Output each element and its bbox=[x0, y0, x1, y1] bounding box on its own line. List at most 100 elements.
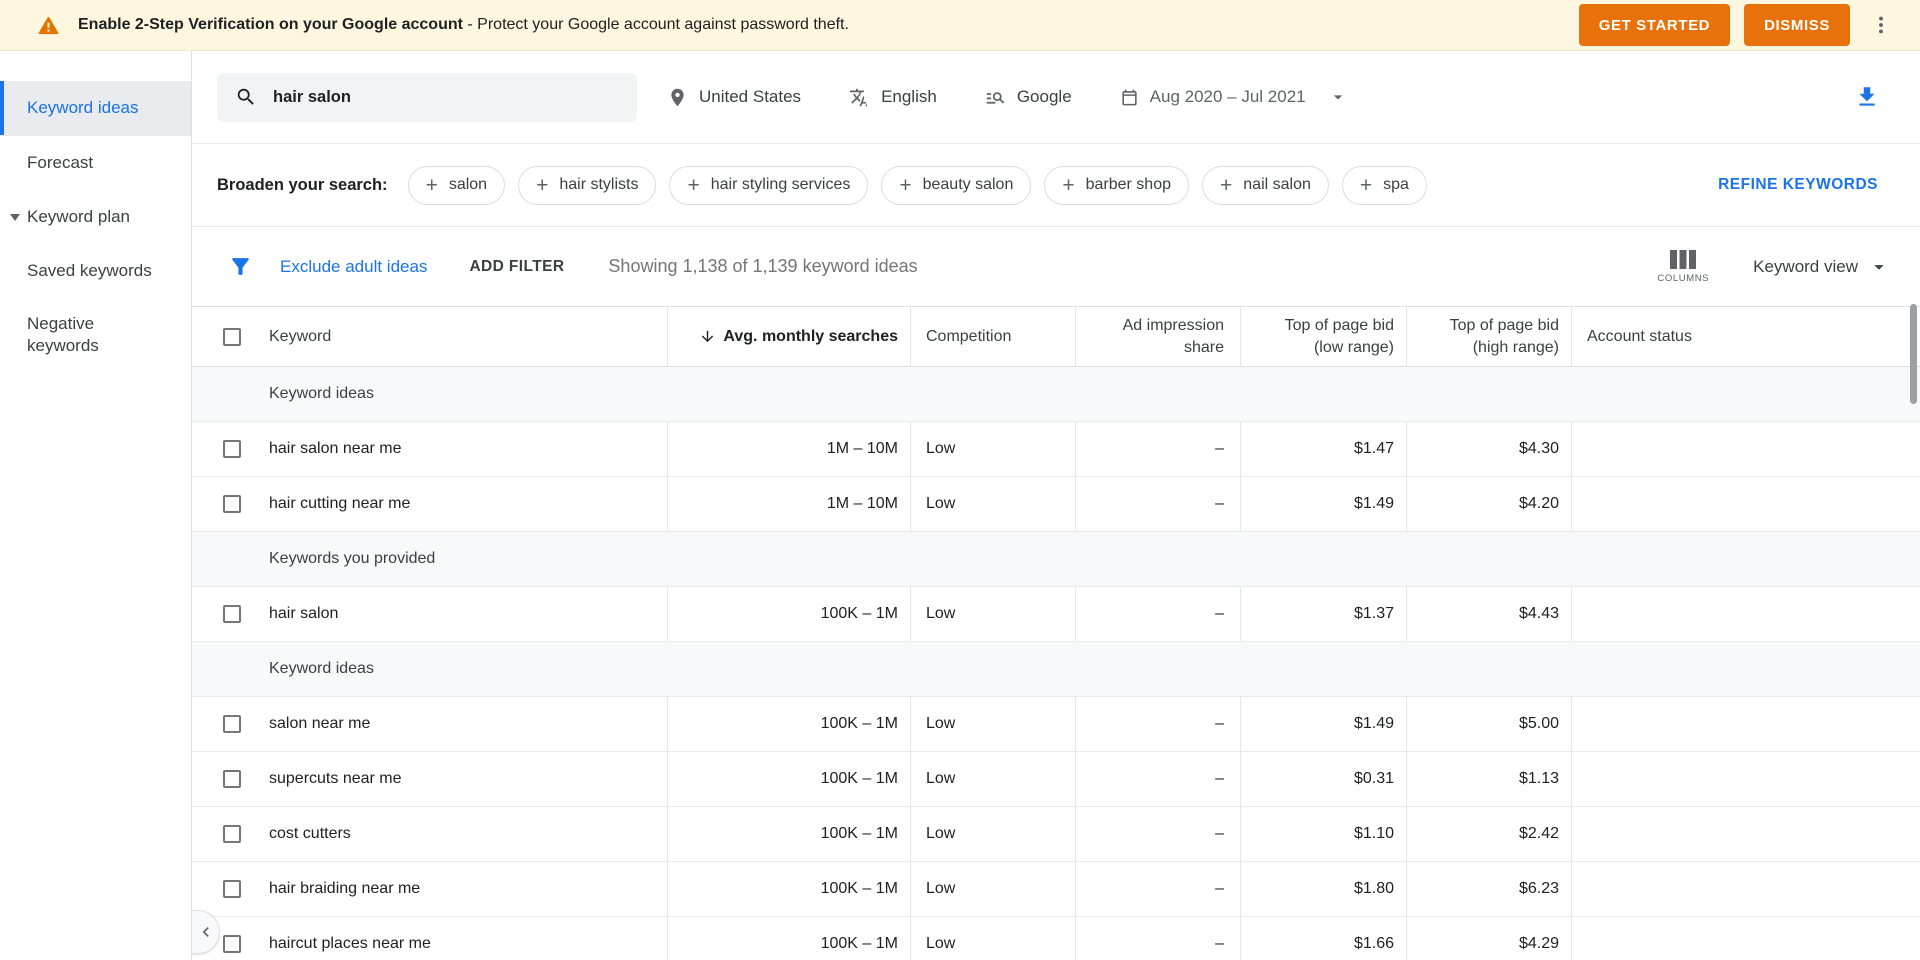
broaden-chip[interactable]: + hair stylists bbox=[518, 166, 656, 205]
dismiss-button[interactable]: DISMISS bbox=[1744, 4, 1850, 46]
checkbox-cell bbox=[192, 862, 257, 916]
date-range-setting[interactable]: Aug 2020 – Jul 2021 bbox=[1120, 87, 1348, 107]
ad-impression-share-cell: – bbox=[1075, 917, 1240, 960]
top-of-page-bid-low-cell: $1.37 bbox=[1240, 587, 1406, 641]
plus-icon: + bbox=[1062, 175, 1074, 196]
header-label: Top of page bid (low range) bbox=[1262, 315, 1394, 358]
get-started-button[interactable]: GET STARTED bbox=[1579, 4, 1730, 46]
table-row[interactable]: hair salon near me 1M – 10M Low – $1.47 … bbox=[192, 422, 1920, 477]
row-checkbox[interactable] bbox=[223, 715, 241, 733]
location-setting[interactable]: United States bbox=[667, 87, 801, 108]
row-checkbox[interactable] bbox=[223, 440, 241, 458]
table-row[interactable]: haircut places near me 100K – 1M Low – $… bbox=[192, 917, 1920, 960]
network-value: Google bbox=[1017, 87, 1072, 107]
account-status-cell bbox=[1571, 807, 1920, 861]
table-row[interactable]: hair braiding near me 100K – 1M Low – $1… bbox=[192, 862, 1920, 917]
table-row[interactable]: salon near me 100K – 1M Low – $1.49 $5.0… bbox=[192, 697, 1920, 752]
checkbox-cell bbox=[192, 807, 257, 861]
ad-impression-share-cell: – bbox=[1075, 422, 1240, 476]
sidebar-item-keyword-ideas[interactable]: Keyword ideas bbox=[0, 81, 191, 135]
plus-icon: + bbox=[426, 175, 438, 196]
top-of-page-bid-low-cell: $1.47 bbox=[1240, 422, 1406, 476]
view-controls: COLUMNS Keyword view bbox=[1657, 250, 1890, 284]
ad-impression-share-cell: – bbox=[1075, 697, 1240, 751]
search-icon bbox=[235, 86, 257, 108]
table-body: Keyword ideas hair salon near me 1M – 10… bbox=[192, 367, 1920, 960]
table-row[interactable]: hair cutting near me 1M – 10M Low – $1.4… bbox=[192, 477, 1920, 532]
download-icon bbox=[1854, 84, 1880, 110]
select-all-checkbox[interactable] bbox=[223, 328, 241, 346]
keyword-search-input[interactable] bbox=[273, 88, 619, 107]
sidebar-item-label: Keyword ideas bbox=[27, 98, 139, 118]
vertical-scrollbar-thumb[interactable] bbox=[1910, 304, 1917, 404]
checkbox-cell bbox=[192, 697, 257, 751]
broaden-chip[interactable]: + beauty salon bbox=[881, 166, 1031, 205]
broaden-chip[interactable]: + salon bbox=[408, 166, 506, 205]
plus-icon: + bbox=[899, 175, 911, 196]
keyword-cell: cost cutters bbox=[257, 807, 667, 861]
network-setting[interactable]: Google bbox=[985, 87, 1072, 108]
filter-icon[interactable] bbox=[228, 254, 253, 279]
row-checkbox[interactable] bbox=[223, 935, 241, 953]
chip-label: hair styling services bbox=[711, 176, 851, 194]
sidebar-item-negative-keywords[interactable]: Negative keywords bbox=[0, 298, 191, 372]
sidebar-item-forecast[interactable]: Forecast bbox=[0, 136, 191, 190]
ad-impression-share-cell: – bbox=[1075, 862, 1240, 916]
account-status-cell bbox=[1571, 752, 1920, 806]
account-status-cell bbox=[1571, 917, 1920, 960]
top-of-page-bid-low-cell: $1.66 bbox=[1240, 917, 1406, 960]
avg-monthly-searches-cell: 1M – 10M bbox=[667, 477, 910, 531]
header-avg-monthly-searches[interactable]: Avg. monthly searches bbox=[667, 307, 910, 366]
avg-monthly-searches-cell: 100K – 1M bbox=[667, 752, 910, 806]
header-keyword[interactable]: Keyword bbox=[257, 307, 667, 366]
header-label: Avg. monthly searches bbox=[723, 328, 898, 346]
columns-button[interactable]: COLUMNS bbox=[1657, 250, 1709, 284]
header-competition[interactable]: Competition bbox=[910, 307, 1075, 366]
chip-label: spa bbox=[1383, 176, 1409, 194]
table-row[interactable]: cost cutters 100K – 1M Low – $1.10 $2.42 bbox=[192, 807, 1920, 862]
broaden-chip[interactable]: + hair styling services bbox=[669, 166, 868, 205]
caret-down-icon bbox=[1868, 256, 1890, 278]
sidebar-item-label: Saved keywords bbox=[27, 261, 152, 281]
caret-down-icon bbox=[1328, 87, 1348, 107]
row-checkbox[interactable] bbox=[223, 770, 241, 788]
sidebar-item-label: Keyword plan bbox=[27, 207, 130, 227]
header-account-status[interactable]: Account status bbox=[1571, 307, 1920, 366]
plus-icon: + bbox=[687, 175, 699, 196]
section-row: Keyword ideas bbox=[192, 367, 1920, 422]
checkbox-cell bbox=[192, 587, 257, 641]
broaden-chip[interactable]: + nail salon bbox=[1202, 166, 1329, 205]
search-box[interactable] bbox=[217, 73, 637, 122]
plus-icon: + bbox=[536, 175, 548, 196]
row-checkbox[interactable] bbox=[223, 880, 241, 898]
competition-cell: Low bbox=[910, 807, 1075, 861]
exclude-adult-ideas-link[interactable]: Exclude adult ideas bbox=[280, 257, 427, 277]
table-row[interactable]: hair salon 100K – 1M Low – $1.37 $4.43 bbox=[192, 587, 1920, 642]
language-setting[interactable]: English bbox=[849, 87, 937, 108]
select-all-cell bbox=[192, 307, 257, 366]
header-top-of-page-bid-low[interactable]: Top of page bid (low range) bbox=[1240, 307, 1406, 366]
broaden-chips: + salon + hair stylists + hair styling s… bbox=[408, 166, 1699, 205]
header-label: Ad impression share bbox=[1116, 315, 1224, 358]
row-checkbox[interactable] bbox=[223, 605, 241, 623]
header-ad-impression-share[interactable]: Ad impression share bbox=[1075, 307, 1240, 366]
add-filter-button[interactable]: ADD FILTER bbox=[469, 258, 564, 276]
more-options-icon[interactable] bbox=[1870, 14, 1892, 36]
sidebar-item-keyword-plan[interactable]: Keyword plan bbox=[0, 190, 191, 244]
row-checkbox[interactable] bbox=[223, 825, 241, 843]
table-row[interactable]: supercuts near me 100K – 1M Low – $0.31 … bbox=[192, 752, 1920, 807]
avg-monthly-searches-cell: 100K – 1M bbox=[667, 697, 910, 751]
sidebar-item-saved-keywords[interactable]: Saved keywords bbox=[0, 244, 191, 298]
search-toolbar: United States English Google bbox=[192, 51, 1920, 144]
top-of-page-bid-high-cell: $2.42 bbox=[1406, 807, 1571, 861]
download-button[interactable] bbox=[1854, 84, 1880, 110]
competition-cell: Low bbox=[910, 752, 1075, 806]
keyword-cell: hair salon bbox=[257, 587, 667, 641]
view-selector[interactable]: Keyword view bbox=[1753, 256, 1890, 278]
refine-keywords-link[interactable]: REFINE KEYWORDS bbox=[1718, 176, 1878, 194]
broaden-chip[interactable]: + spa bbox=[1342, 166, 1427, 205]
header-top-of-page-bid-high[interactable]: Top of page bid (high range) bbox=[1406, 307, 1571, 366]
broaden-chip[interactable]: + barber shop bbox=[1044, 166, 1189, 205]
keyword-cell: haircut places near me bbox=[257, 917, 667, 960]
row-checkbox[interactable] bbox=[223, 495, 241, 513]
